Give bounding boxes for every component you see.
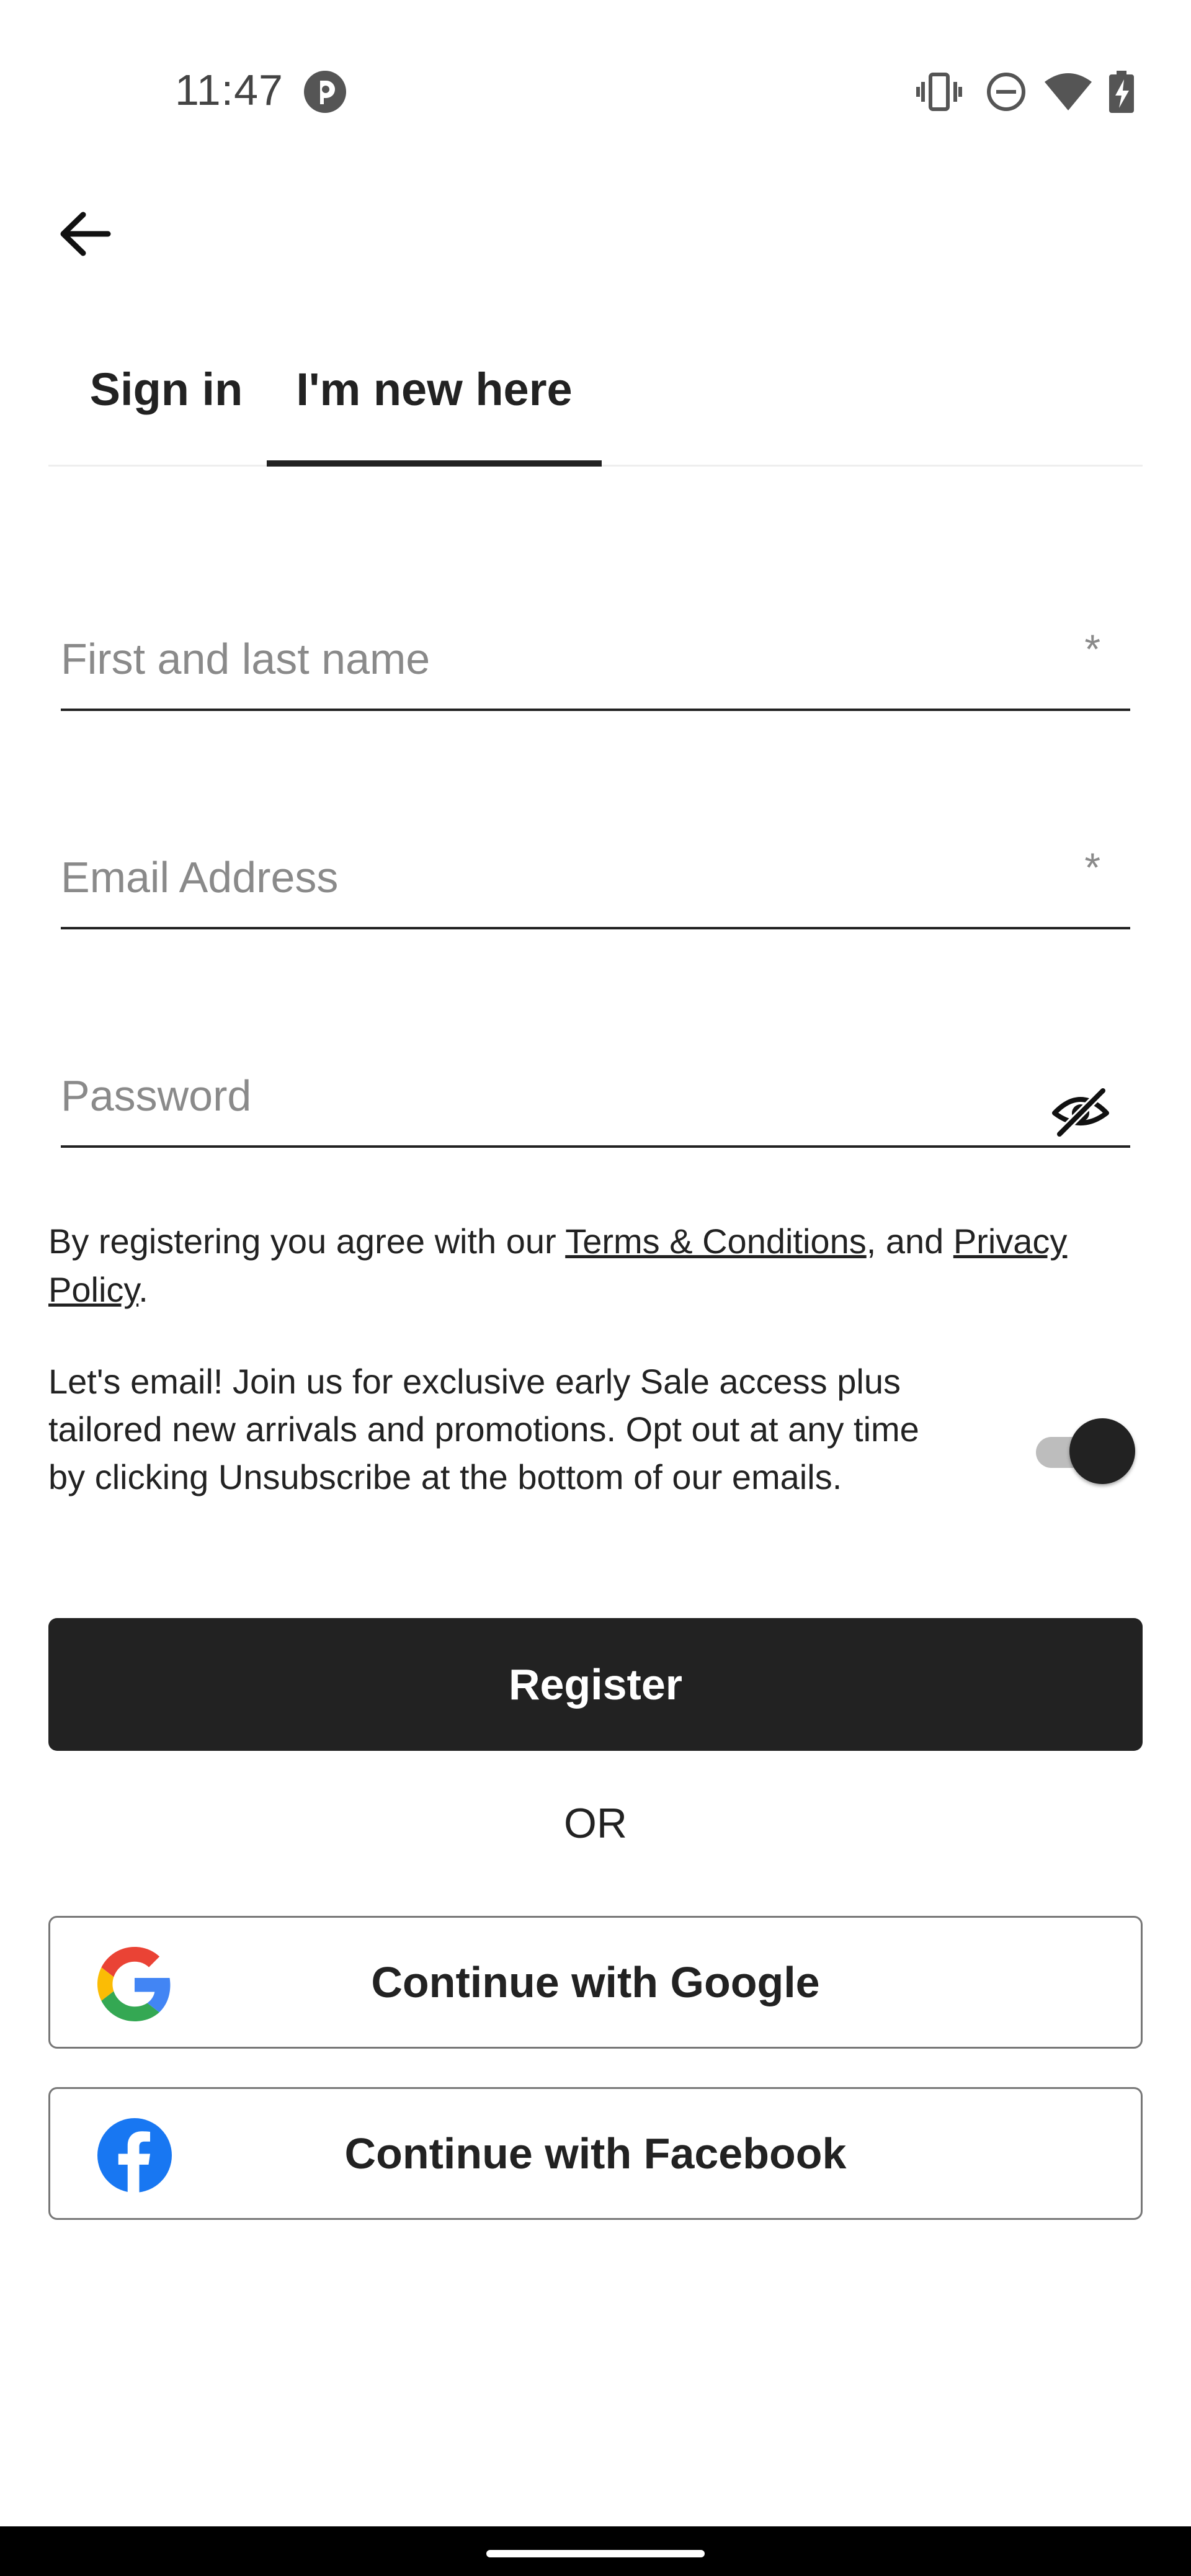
back-button[interactable] bbox=[51, 200, 119, 268]
email-field: * bbox=[61, 836, 1130, 929]
toggle-thumb bbox=[1069, 1418, 1135, 1484]
required-mark: * bbox=[1084, 844, 1100, 890]
arrow-left-icon bbox=[60, 212, 111, 256]
tab-new-here[interactable]: I'm new here bbox=[267, 335, 602, 467]
system-navigation-bar bbox=[0, 2526, 1191, 2576]
terms-notice: By registering you agree with our Terms … bbox=[48, 1217, 1143, 1314]
name-input[interactable] bbox=[61, 634, 1130, 709]
facebook-logo-icon bbox=[97, 2118, 172, 2193]
wifi-icon bbox=[1045, 73, 1092, 110]
password-field bbox=[61, 1055, 1130, 1148]
terms-suffix: . bbox=[138, 1270, 148, 1309]
or-divider: OR bbox=[564, 1800, 627, 1847]
terms-conditions-link[interactable]: Terms & Conditions bbox=[565, 1222, 867, 1261]
terms-prefix: By registering you agree with our bbox=[48, 1222, 566, 1261]
vibrate-icon bbox=[916, 73, 962, 111]
status-bar: 11:47 bbox=[0, 0, 1191, 180]
google-button-label: Continue with Google bbox=[371, 1958, 820, 2006]
facebook-button-label: Continue with Facebook bbox=[344, 2129, 847, 2178]
app-notification-icon bbox=[304, 71, 346, 113]
required-mark: * bbox=[1084, 626, 1100, 672]
continue-with-facebook-button[interactable]: Continue with Facebook bbox=[48, 2087, 1143, 2220]
auth-tabs: Sign in I'm new here bbox=[48, 335, 1143, 467]
name-field: * bbox=[61, 618, 1130, 711]
register-screen: 11:47 Sign in I'm new here First and las… bbox=[0, 0, 1191, 2576]
terms-middle: , and bbox=[866, 1222, 953, 1261]
email-optin-toggle[interactable] bbox=[1032, 1418, 1135, 1485]
home-gesture-handle[interactable] bbox=[486, 2550, 705, 2557]
do-not-disturb-icon bbox=[987, 73, 1025, 111]
battery-charging-icon bbox=[1109, 71, 1134, 113]
status-time: 11:47 bbox=[175, 66, 283, 114]
google-logo-icon bbox=[97, 1947, 171, 2021]
eye-off-icon[interactable] bbox=[1050, 1080, 1112, 1142]
email-optin-text: Let's email! Join us for exclusive early… bbox=[48, 1362, 919, 1496]
continue-with-google-button[interactable]: Continue with Google bbox=[48, 1916, 1143, 2049]
email-input[interactable] bbox=[61, 852, 1130, 927]
tab-selected-indicator bbox=[267, 460, 602, 467]
tab-sign-in[interactable]: Sign in bbox=[86, 335, 247, 467]
password-input[interactable] bbox=[61, 1071, 1130, 1145]
register-button[interactable]: Register bbox=[48, 1618, 1143, 1751]
